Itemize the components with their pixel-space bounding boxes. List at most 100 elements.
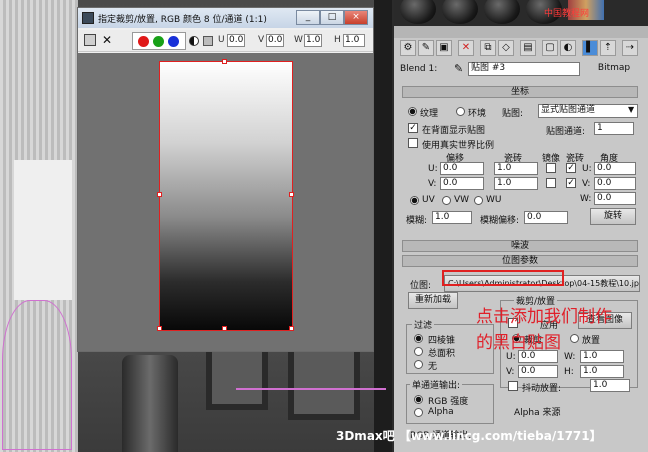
real-world-checkbox[interactable] [408,138,418,148]
put-to-scene-icon[interactable]: ✎ [418,40,434,56]
go-sibling-icon[interactable]: ⇢ [622,40,638,56]
u-tiling-spinner[interactable]: 1.0 [494,162,538,175]
eyedropper-icon[interactable]: ✎ [454,62,463,75]
close-icon[interactable]: ✕ [102,33,112,47]
texture-radio[interactable] [408,107,417,116]
v-tiling-spinner[interactable]: 1.0 [494,177,538,190]
map-channel-spinner[interactable]: 1 [594,122,634,135]
blur-spinner[interactable]: 1.0 [432,211,472,224]
v-mirror-checkbox[interactable] [546,178,556,188]
no-filter-label: 无 [428,362,438,372]
unique-icon[interactable]: ◇ [498,40,514,56]
rgb-intensity-radio[interactable] [414,395,423,404]
maximize-button[interactable]: □ [320,10,344,25]
wu-label: WU [486,195,502,205]
mono-icon[interactable] [203,36,213,46]
rotate-button[interactable]: 旋转 [590,208,636,225]
delete-icon[interactable]: ✕ [458,40,474,56]
crop-h-spinner[interactable]: 1.0 [580,365,624,378]
pyramidal-label: 四棱锥 [428,336,456,346]
pyramidal-radio[interactable] [414,334,423,343]
w-angle-spinner[interactable]: 0.0 [594,192,636,205]
crop-w-spinner[interactable]: 1.0 [580,350,624,363]
wireframe-object [2,300,72,450]
blur-offset-spinner[interactable]: 0.0 [524,211,568,224]
crop-window-titlebar[interactable]: 指定裁剪/放置, RGB 颜色 8 位/通道 (1:1) _ □ × [78,8,373,28]
disk-icon[interactable] [84,34,96,46]
crop-handle-left[interactable] [157,192,162,197]
green-channel-icon[interactable] [153,36,164,47]
show-end-icon[interactable]: ▌ [582,40,598,56]
v-tile-checkbox[interactable]: ✓ [566,178,576,188]
material-slot-3[interactable] [484,0,520,24]
map-type-button[interactable]: Bitmap [586,61,642,77]
alpha-radio[interactable] [414,408,423,417]
u-offset-spinner[interactable]: 0.0 [440,162,484,175]
crop-handle-bottom-left[interactable] [157,326,162,331]
jitter-checkbox[interactable] [508,381,518,391]
chevron-down-icon: ▼ [628,105,635,114]
alpha-label: Alpha [428,407,454,417]
reload-button[interactable]: 重新加载 [408,292,458,309]
show-map-icon[interactable]: ◐ [560,40,576,56]
u-tile-checkbox[interactable]: ✓ [566,163,576,173]
jitter-spinner[interactable]: 1.0 [590,379,630,392]
gradient-bitmap-preview[interactable] [157,59,294,331]
vw-radio[interactable] [442,196,451,205]
w-field[interactable]: 1.0 [304,34,322,47]
map-label: Blend 1: [400,64,438,74]
effects-icon[interactable]: ▢ [542,40,558,56]
get-material-icon[interactable]: ⚙ [400,40,416,56]
place-radio[interactable] [570,334,579,343]
crop-canvas[interactable] [78,53,373,351]
environ-radio[interactable] [456,107,465,116]
blue-channel-icon[interactable] [168,36,179,47]
assign-icon[interactable]: ▣ [436,40,452,56]
coordinates-rollout-header[interactable]: 坐标 [402,86,638,98]
crop-handle-bottom-right[interactable] [289,326,294,331]
red-channel-icon[interactable] [138,36,149,47]
v-field[interactable]: 0.0 [266,34,284,47]
show-map-on-back-label: 在背面显示贴图 [422,126,486,136]
material-slot-1[interactable] [400,0,436,24]
annotation-line-2: 的黑白贴图 [476,333,561,353]
u-field[interactable]: 0.0 [227,34,245,47]
map-name-field[interactable]: 贴图 #3 [468,62,580,76]
noise-rollout-header[interactable]: 噪波 [402,240,638,252]
library-icon[interactable]: ▤ [520,40,536,56]
crop-handle-top[interactable] [222,59,227,64]
u-angle-label: U: [582,164,592,174]
wu-radio[interactable] [474,196,483,205]
material-toolbar: ⚙ ✎ ▣ ✕ ⧉ ◇ ▤ ▢ ◐ ▌ ⇡ ⇢ [394,38,648,58]
summed-area-radio[interactable] [414,347,423,356]
v-offset-spinner[interactable]: 0.0 [440,177,484,190]
copy-icon[interactable]: ⧉ [480,40,496,56]
crop-handle-right[interactable] [289,192,294,197]
v-angle-spinner[interactable]: 0.0 [594,177,636,190]
top-right-text: 中国教程网 [544,9,590,19]
v-row-label: V: [428,179,437,189]
lamp-shade [122,355,178,452]
uv-radio[interactable] [410,196,419,205]
material-slot-2[interactable] [442,0,478,24]
go-parent-icon[interactable]: ⇡ [600,40,616,56]
show-map-on-back-checkbox[interactable]: ✓ [408,123,418,133]
mapping-dropdown[interactable]: 显式贴图通道 [538,104,638,118]
mono-output-label: 单通道输出: [410,378,463,391]
annotation-line-1: 点击添加我们制作 [476,307,612,327]
minimize-button[interactable]: _ [296,10,320,25]
material-editor-panel: 中国教程网 ⚙ ✎ ▣ ✕ ⧉ ◇ ▤ ▢ ◐ ▌ ⇡ ⇢ Blend 1: ✎… [392,0,648,452]
alpha-half-icon[interactable] [189,36,199,46]
bitmap-params-rollout-header[interactable]: 位图参数 [402,255,638,267]
crop-handle-bottom[interactable] [222,326,227,331]
h-field[interactable]: 1.0 [343,34,365,47]
u-label: U [218,35,225,45]
no-filter-radio[interactable] [414,360,423,369]
u-angle-spinner[interactable]: 0.0 [594,162,636,175]
close-button[interactable]: × [344,10,368,25]
crop-place-window[interactable]: 指定裁剪/放置, RGB 颜色 8 位/通道 (1:1) _ □ × ✕ U 0… [77,7,374,352]
u-mirror-checkbox[interactable] [546,163,556,173]
crop-v-spinner[interactable]: 0.0 [518,365,558,378]
crop-v-label: V: [506,367,515,377]
summed-area-label: 总面积 [428,349,456,359]
